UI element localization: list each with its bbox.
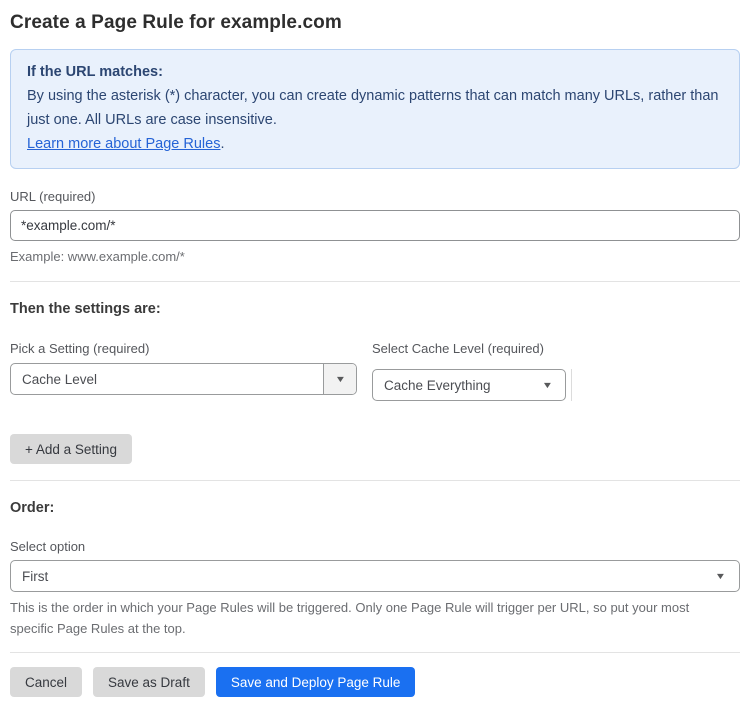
learn-more-link[interactable]: Learn more about Page Rules	[27, 136, 220, 152]
cache-level-select[interactable]: Cache Everything ▼	[372, 369, 566, 401]
url-helper-text: Example: www.example.com/*	[10, 249, 185, 264]
setting-select[interactable]: Cache Level ▼	[10, 363, 357, 395]
setting-picker-label: Pick a Setting (required)	[10, 341, 150, 356]
url-match-info-box: If the URL matches: By using the asteris…	[10, 49, 740, 169]
chevron-down-icon: ▼	[334, 373, 346, 384]
save-as-draft-button[interactable]: Save as Draft	[93, 667, 205, 697]
section-divider	[10, 281, 740, 282]
info-box-body: By using the asterisk (*) character, you…	[27, 88, 719, 128]
cache-level-select-arrow: ▼	[541, 379, 565, 390]
setting-select-arrow-button[interactable]: ▼	[323, 364, 356, 394]
info-box-link-line: Learn more about Page Rules.	[27, 132, 723, 156]
info-box-heading: If the URL matches:	[27, 64, 163, 80]
url-label: URL (required)	[10, 189, 96, 204]
add-setting-button[interactable]: + Add a Setting	[10, 434, 132, 464]
cache-level-picker-row: Cache Everything ▼	[372, 362, 602, 401]
cache-level-picker-column: Select Cache Level (required) Cache Ever…	[372, 341, 602, 401]
save-and-deploy-button[interactable]: Save and Deploy Page Rule	[215, 667, 416, 697]
order-section-heading: Order:	[10, 500, 55, 516]
order-select-arrow: ▼	[714, 570, 739, 581]
setting-picker-column: Pick a Setting (required) Cache Level ▼	[10, 341, 357, 401]
url-input[interactable]	[10, 210, 740, 241]
order-select-value: First	[22, 568, 49, 584]
settings-pickers-row: Pick a Setting (required) Cache Level ▼ …	[10, 341, 740, 401]
section-divider	[10, 652, 740, 653]
section-divider	[10, 480, 740, 481]
order-select-label: Select option	[10, 539, 86, 554]
order-helper-text: This is the order in which your Page Rul…	[10, 600, 690, 636]
form-actions-row: Cancel Save as Draft Save and Deploy Pag…	[10, 667, 740, 697]
cancel-button[interactable]: Cancel	[10, 667, 83, 697]
page-title: Create a Page Rule for example.com	[10, 12, 342, 33]
chevron-down-icon: ▼	[541, 379, 554, 390]
setting-select-value: Cache Level	[22, 371, 98, 387]
order-select[interactable]: First ▼	[10, 560, 740, 592]
settings-section-heading: Then the settings are:	[10, 301, 161, 317]
picker-side-divider	[571, 369, 572, 401]
cache-level-select-value: Cache Everything	[384, 377, 491, 393]
cache-level-picker-label: Select Cache Level (required)	[372, 341, 544, 356]
link-period: .	[220, 136, 225, 152]
chevron-down-icon: ▼	[714, 570, 727, 581]
create-page-rule-form: Create a Page Rule for example.com If th…	[0, 0, 750, 709]
